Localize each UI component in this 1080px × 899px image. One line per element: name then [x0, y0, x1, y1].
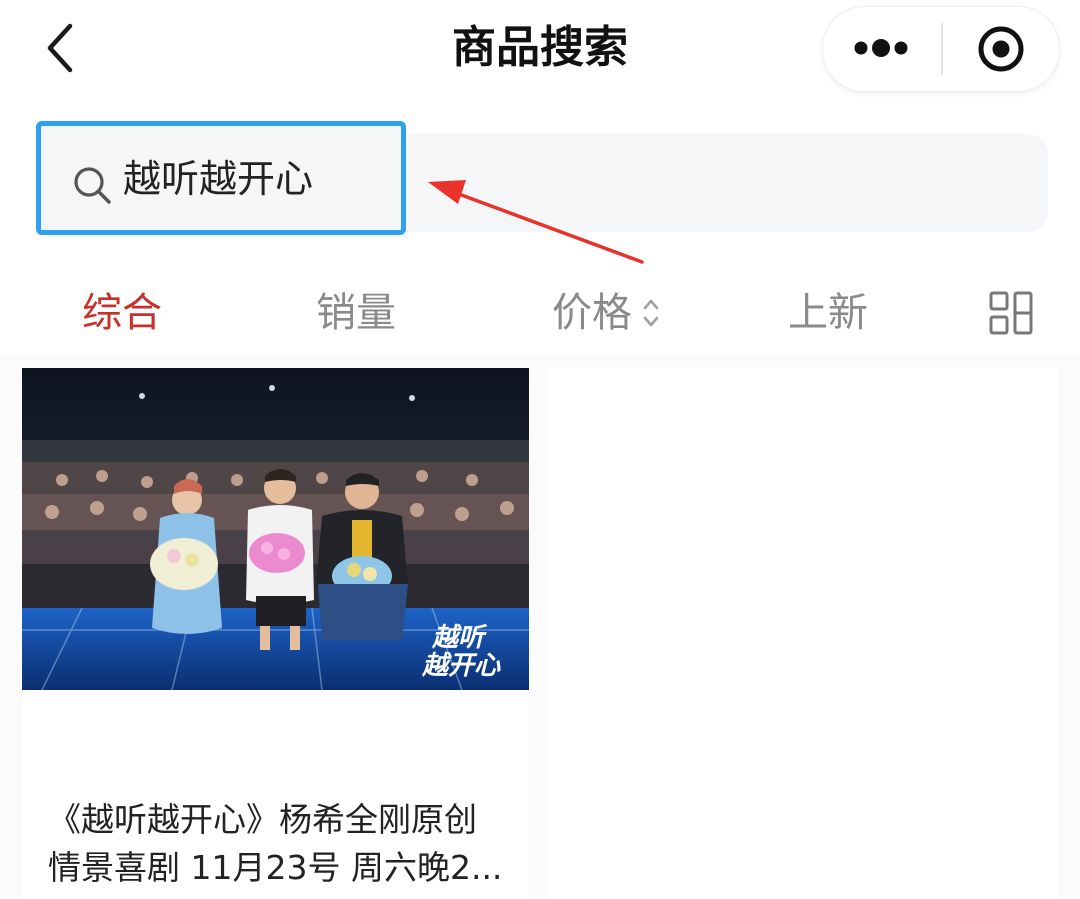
search-query-text: 越听越开心 — [123, 157, 314, 201]
back-button[interactable] — [36, 18, 92, 78]
product-title-line2: 情景喜剧 11月23号 周六晚2... — [48, 848, 503, 887]
sort-updown-icon[interactable] — [640, 294, 662, 332]
product-image: 越听 越开心 — [22, 368, 529, 690]
tab-sales[interactable]: 销量 — [316, 278, 396, 348]
image-overlay-line2: 越开心 — [421, 651, 501, 681]
nav-bar: 商品搜索 — [0, 0, 1080, 100]
mini-program-capsule — [822, 6, 1060, 92]
chevron-left-icon — [47, 23, 73, 73]
tab-price[interactable]: 价格 — [552, 278, 632, 348]
tab-comprehensive[interactable]: 综合 — [82, 278, 162, 348]
record-circle-icon — [978, 26, 1024, 72]
product-title: 《越听越开心》杨希全刚原创 情景喜剧 11月23号 周六晚2... — [48, 796, 518, 892]
more-dots-icon — [854, 39, 908, 57]
search-icon — [74, 167, 111, 204]
page-title: 商品搜索 — [452, 22, 628, 73]
product-title-line1: 《越听越开心》杨希全刚原创 — [48, 800, 477, 839]
close-button[interactable] — [943, 7, 1059, 91]
sort-tabs: 综合 销量 价格 上新 — [0, 278, 1080, 348]
product-card[interactable]: 越听 越开心 《越听越开心》杨希全刚原创 情景喜剧 11月23号 周六晚2... — [22, 368, 529, 899]
grid-view-icon[interactable] — [988, 290, 1034, 336]
tab-new-arrivals[interactable]: 上新 — [788, 278, 868, 348]
more-button[interactable] — [823, 7, 941, 91]
product-search-page: 商品搜索 越听越开心 综合 销量 价格 上新 越听 越开心 《越听越开心》杨希全… — [0, 0, 1080, 899]
image-overlay-line1: 越听 — [431, 623, 488, 653]
search-input[interactable]: 越听越开心 — [36, 121, 406, 235]
product-card-placeholder — [548, 368, 1058, 899]
